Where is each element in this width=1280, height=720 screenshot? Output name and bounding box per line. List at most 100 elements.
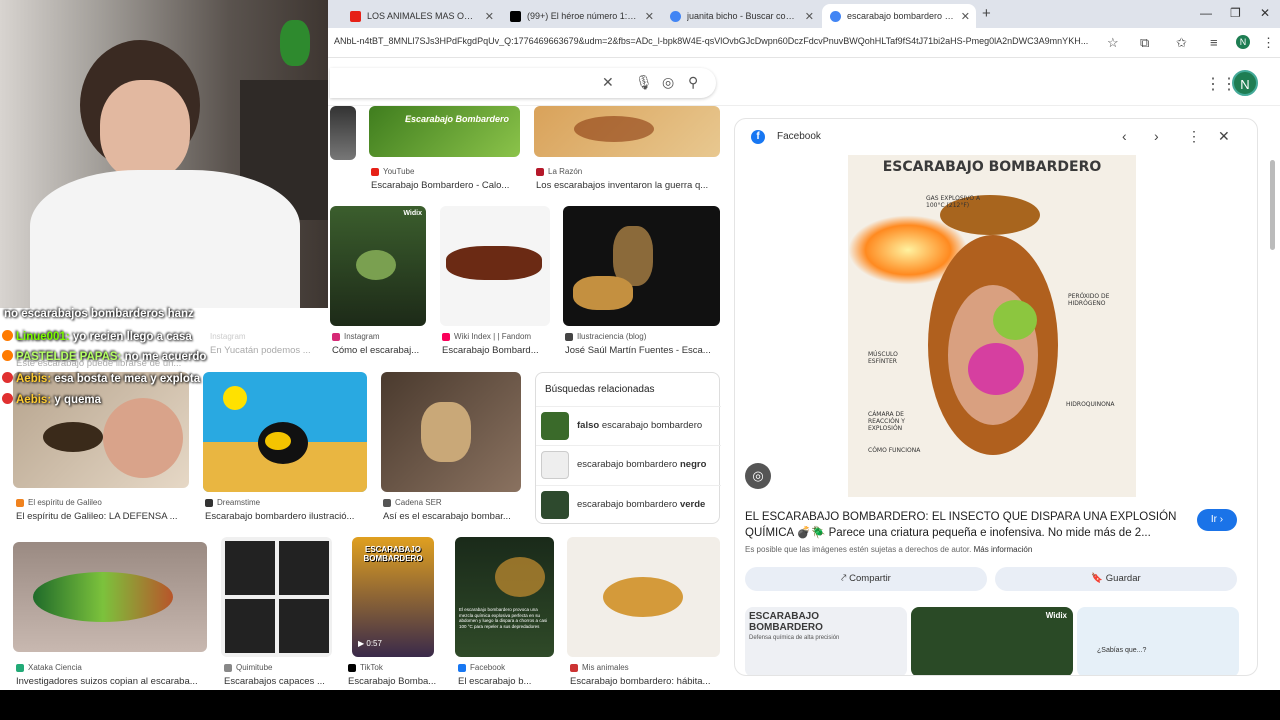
result-caption[interactable]: Escarabajo Bomba... xyxy=(348,676,438,687)
image-result[interactable] xyxy=(563,206,720,326)
result-caption[interactable]: Escarabajo bombardero: hábita... xyxy=(570,676,720,687)
result-source: Instagram xyxy=(210,332,246,341)
image-result[interactable] xyxy=(221,537,332,657)
related-heading: Búsquedas relacionadas xyxy=(545,384,655,395)
result-source: El espíritu de Galileo xyxy=(16,498,191,507)
image-result[interactable] xyxy=(13,372,189,488)
panel-title[interactable]: EL ESCARABAJO BOMBARDERO: EL INSECTO QUE… xyxy=(745,509,1185,541)
close-icon[interactable]: ✕ xyxy=(485,10,494,23)
share-button[interactable]: ⤤ Compartir xyxy=(745,567,987,591)
result-caption[interactable]: El escarabajo b... xyxy=(458,676,556,687)
tab-tiktok[interactable]: (99+) El héroe número 1: All Mig ✕ xyxy=(502,4,660,28)
result-source: Quimitube xyxy=(224,663,334,672)
youtube-icon xyxy=(350,10,361,22)
preview-image[interactable]: ESCARABAJO BOMBARDERO GAS EXPLOSIVO A 10… xyxy=(848,155,1136,497)
image-result[interactable]: ESCARABAJO BOMBARDERO ▶ 0:57 xyxy=(352,537,434,657)
page-scrollbar[interactable] xyxy=(1270,160,1275,250)
maximize-icon[interactable]: ❐ xyxy=(1230,6,1241,20)
result-caption[interactable]: Escarabajo Bombard... xyxy=(442,345,552,356)
result-source: Dreamstime xyxy=(205,498,365,507)
microphone-icon[interactable]: 🎙 xyxy=(635,74,653,91)
chat-line: Aebis: esa bosta te mea y explota xyxy=(2,372,200,385)
image-result[interactable] xyxy=(567,537,720,657)
google-icon xyxy=(830,10,841,22)
facebook-icon: f xyxy=(751,130,765,144)
bookmark-icon[interactable]: ✩ xyxy=(1176,35,1187,51)
result-source: Mis animales xyxy=(570,663,720,672)
tab-youtube[interactable]: LOS ANIMALES MAS ODIADOS ✕ xyxy=(342,4,500,28)
chevron-right-icon[interactable]: › xyxy=(1154,128,1159,144)
search-icon[interactable]: ⚲ xyxy=(688,74,698,91)
result-source: TikTok xyxy=(348,663,438,672)
result-caption[interactable]: El espíritu de Galileo: LA DEFENSA ... xyxy=(16,511,191,522)
browser-profile-avatar[interactable]: N xyxy=(1236,35,1250,49)
tab-google-active[interactable]: escarabajo bombardero - Busca ✕ xyxy=(822,4,976,28)
image-result[interactable]: El escarabajo bombardero provoca una mez… xyxy=(455,537,554,657)
clear-icon[interactable]: ✕ xyxy=(602,74,614,91)
minimize-icon[interactable]: — xyxy=(1200,6,1212,20)
image-title: ESCARABAJO BOMBARDERO xyxy=(882,159,1102,175)
share-icon: ⤤ xyxy=(841,573,850,584)
close-icon[interactable]: ✕ xyxy=(805,10,814,23)
new-tab-icon[interactable]: + xyxy=(982,5,991,22)
image-result[interactable]: Widix xyxy=(330,206,426,326)
related-item-negro[interactable]: escarabajo bombardero negro xyxy=(536,445,721,483)
result-caption[interactable]: Los escarabajos inventaron la guerra q..… xyxy=(536,180,718,191)
close-icon[interactable]: ✕ xyxy=(1218,128,1230,145)
star-icon[interactable]: ☆ xyxy=(1107,35,1119,51)
result-source: Ilustraciencia (blog) xyxy=(565,332,720,341)
image-preview-panel: f Facebook ‹ › ⋮ ✕ ESCARABAJO BOMBARDERO… xyxy=(734,118,1258,676)
result-caption[interactable]: Investigadores suizos copian al escaraba… xyxy=(16,676,206,687)
close-icon[interactable]: ✕ xyxy=(645,10,654,23)
result-caption[interactable]: Este escarabajo puede librarse de un... xyxy=(16,358,186,369)
result-source: Wiki Index | | Fandom xyxy=(442,332,552,341)
image-result[interactable] xyxy=(13,542,207,652)
go-button[interactable]: Ir › xyxy=(1197,509,1237,531)
related-image[interactable]: Widix xyxy=(911,607,1073,675)
url-field[interactable]: ANbL-n4tBT_8MNLl7SJs3HPdFkgdPqUv_Q:17764… xyxy=(334,36,1096,46)
close-icon[interactable]: ✕ xyxy=(961,10,970,23)
tab-title: (99+) El héroe número 1: All Mig xyxy=(527,11,652,21)
search-input[interactable]: ✕ 🎙 ◎ ⚲ xyxy=(330,68,716,98)
tab-title: juanita bicho - Buscar con Goo xyxy=(687,11,811,21)
more-info-link[interactable]: Más información xyxy=(974,545,1033,554)
window-close-icon[interactable]: ✕ xyxy=(1260,6,1270,20)
copyright-notice: Es posible que las imágenes estén sujeta… xyxy=(745,545,1033,554)
result-caption[interactable]: Escarabajo bombardero ilustració... xyxy=(205,511,365,522)
image-result[interactable] xyxy=(203,372,367,492)
related-thumb xyxy=(541,450,569,479)
tiktok-icon xyxy=(510,10,521,22)
more-icon[interactable]: ⋮ xyxy=(1187,128,1201,145)
save-button[interactable]: 🔖 Guardar xyxy=(995,567,1237,591)
result-caption[interactable]: Escarabajo Bombardero - Calo... xyxy=(371,180,521,191)
screen: LOS ANIMALES MAS ODIADOS ✕ (99+) El héro… xyxy=(0,0,1280,720)
media-icon[interactable]: ≡ xyxy=(1210,35,1218,50)
related-item-falso[interactable]: falso escarabajo bombardero xyxy=(536,406,721,444)
google-profile-avatar[interactable]: N xyxy=(1232,70,1258,96)
kebab-menu-icon[interactable]: ⋮ xyxy=(1262,35,1275,51)
image-result[interactable] xyxy=(381,372,521,492)
thumb-overlay-text: Escarabajo Bombardero xyxy=(405,114,510,124)
lens-search-icon[interactable]: ◎ xyxy=(745,463,771,489)
image-result[interactable] xyxy=(330,106,356,160)
image-result[interactable] xyxy=(440,206,550,326)
result-caption[interactable]: José Saúl Martín Fuentes - Esca... xyxy=(565,345,720,356)
result-caption[interactable]: En Yucatán podemos ... xyxy=(210,345,320,356)
google-icon xyxy=(670,10,681,22)
webcam-overlay xyxy=(0,0,328,308)
image-result[interactable] xyxy=(534,106,720,157)
result-caption[interactable]: Cómo el escarabaj... xyxy=(332,345,427,356)
extensions-icon[interactable]: ⧉ xyxy=(1140,35,1149,51)
chevron-left-icon[interactable]: ‹ xyxy=(1122,128,1127,144)
video-duration: ▶ 0:57 xyxy=(358,639,382,648)
result-caption[interactable]: Así es el escarabajo bombar... xyxy=(383,511,523,522)
result-caption[interactable]: Escarabajos capaces ... xyxy=(224,676,334,687)
tab-title: escarabajo bombardero - Busca xyxy=(847,11,968,21)
related-image[interactable]: ESCARABAJO BOMBARDERO Defensa química de… xyxy=(745,607,907,675)
panel-source[interactable]: Facebook xyxy=(777,131,821,142)
image-result[interactable]: Escarabajo Bombardero xyxy=(369,106,520,157)
tab-google-1[interactable]: juanita bicho - Buscar con Goo ✕ xyxy=(662,4,820,28)
related-image[interactable]: ¿Sabías que...? xyxy=(1077,607,1239,675)
lens-icon[interactable]: ◎ xyxy=(662,74,674,91)
related-item-verde[interactable]: escarabajo bombardero verde xyxy=(536,485,721,523)
